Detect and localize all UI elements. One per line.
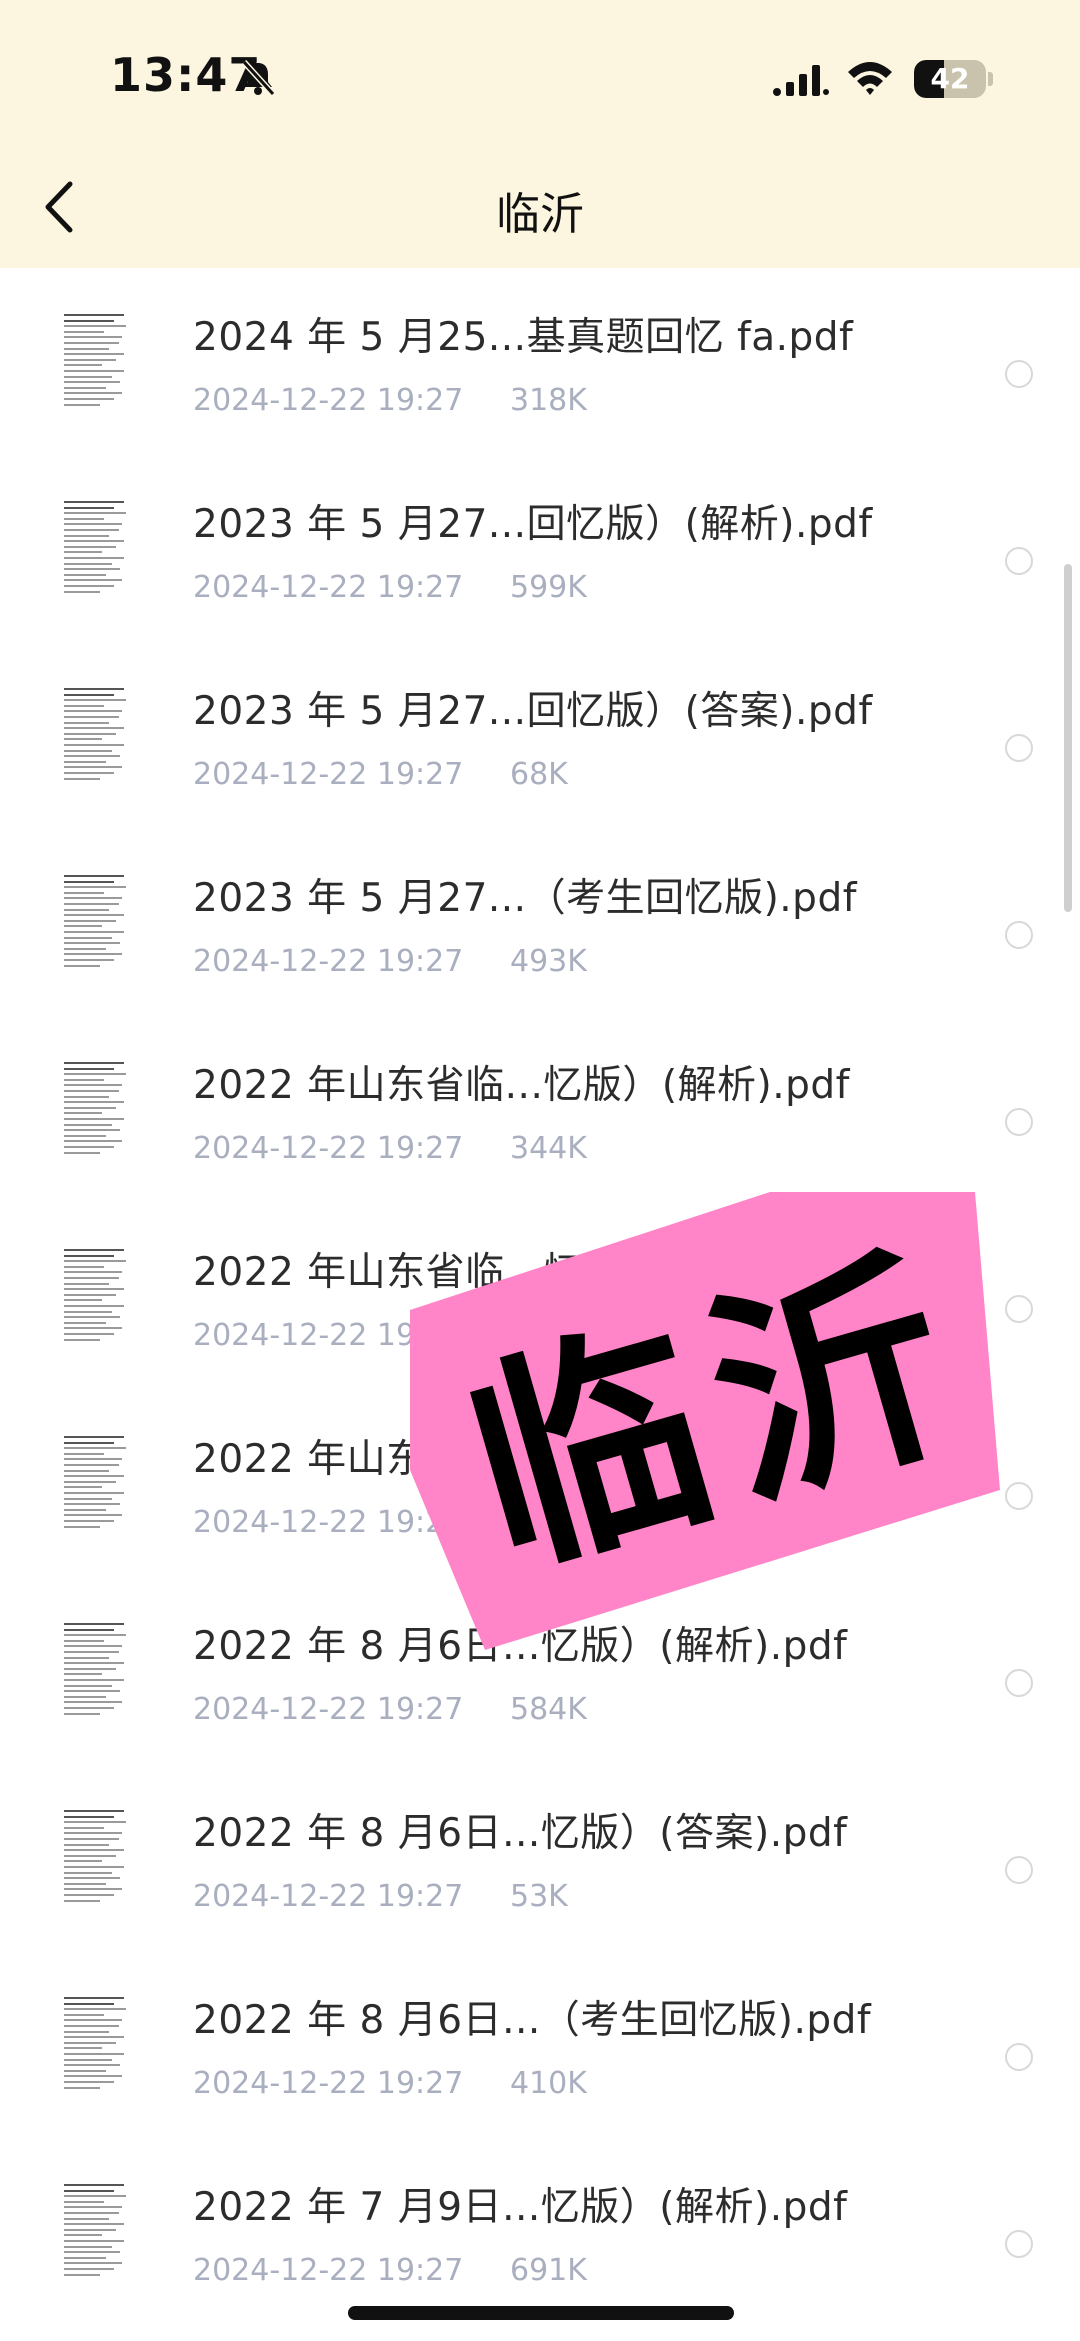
screen: 13:47 42 临沂 2024 年 5 月25...基真题回忆 fa.pdf … — [0, 0, 1080, 2341]
pdf-thumbnail — [60, 1243, 130, 1347]
battery-tip — [988, 72, 993, 86]
select-radio[interactable] — [1005, 2230, 1033, 2258]
file-date: 2024-12-22 19:27 — [193, 383, 464, 418]
bell-slash-icon — [241, 59, 276, 97]
pdf-thumbnail — [60, 1430, 130, 1534]
file-name: 2023 年 5 月27...回忆版）(解析).pdf — [193, 502, 873, 547]
pdf-thumbnail — [60, 1056, 130, 1160]
select-radio[interactable] — [1005, 547, 1033, 575]
file-item[interactable]: 2023 年 5 月27...回忆版）(解析).pdf 2024-12-22 19… — [0, 455, 1080, 642]
select-radio[interactable] — [1005, 1856, 1033, 1884]
file-item[interactable]: 2022 年 8 月6日...忆版）(答案).pdf 2024-12-22 19:… — [0, 1764, 1080, 1951]
sticker-overlay: 临沂 — [400, 1180, 1020, 1650]
pdf-thumbnail — [60, 2178, 130, 2282]
pdf-thumbnail — [60, 495, 130, 599]
pdf-thumbnail — [60, 869, 130, 973]
file-date: 2024-12-22 19:27 — [193, 1692, 464, 1727]
select-radio[interactable] — [1005, 1108, 1033, 1136]
battery-level: 42 — [930, 62, 970, 95]
file-date: 2024-12-22 19:27 — [193, 1131, 464, 1166]
file-size: 68K — [510, 757, 568, 792]
file-size: 344K — [510, 1131, 587, 1166]
home-indicator[interactable] — [348, 2306, 734, 2320]
file-item[interactable]: 2023 年 5 月27...回忆版）(答案).pdf 2024-12-22 19… — [0, 642, 1080, 829]
battery-indicator: 42 — [914, 60, 986, 98]
file-name: 2022 年 8 月6日...忆版）(答案).pdf — [193, 1811, 848, 1856]
header: 13:47 42 临沂 — [0, 0, 1080, 268]
scrollbar[interactable] — [1064, 564, 1072, 912]
select-radio[interactable] — [1005, 921, 1033, 949]
pdf-thumbnail — [60, 1804, 130, 1908]
file-size: 410K — [510, 2066, 587, 2101]
file-item[interactable]: 2022 年山东省临...忆版）(解析).pdf 2024-12-22 19:27… — [0, 1016, 1080, 1203]
select-radio[interactable] — [1005, 360, 1033, 388]
file-item[interactable]: 2022 年 8 月6日...（考生回忆版).pdf 2024-12-22 19:… — [0, 1951, 1080, 2138]
file-date: 2024-12-22 19:27 — [193, 570, 464, 605]
file-name: 2022 年山东省临...忆版）(解析).pdf — [193, 1063, 850, 1108]
pdf-thumbnail — [60, 308, 130, 412]
file-date: 2024-12-22 19:27 — [193, 2253, 464, 2288]
wifi-icon — [848, 62, 892, 95]
file-date: 2024-12-22 19:27 — [193, 2066, 464, 2101]
cellular-signal-icon — [773, 65, 829, 96]
file-item[interactable]: 2023 年 5 月27...（考生回忆版).pdf 2024-12-22 19:… — [0, 829, 1080, 1016]
file-size: 584K — [510, 1692, 587, 1727]
file-name: 2023 年 5 月27...回忆版）(答案).pdf — [193, 689, 873, 734]
file-name: 2023 年 5 月27...（考生回忆版).pdf — [193, 876, 857, 921]
page-title: 临沂 — [496, 189, 584, 240]
file-name: 2022 年 8 月6日...（考生回忆版).pdf — [193, 1998, 872, 2043]
file-item[interactable]: 2024 年 5 月25...基真题回忆 fa.pdf 2024-12-22 19… — [0, 268, 1080, 455]
pdf-thumbnail — [60, 682, 130, 786]
pdf-thumbnail — [60, 1991, 130, 2095]
file-date: 2024-12-22 19:27 — [193, 757, 464, 792]
pdf-thumbnail — [60, 1617, 130, 1721]
file-size: 53K — [510, 1879, 568, 1914]
file-item[interactable]: 2022 年 7 月9日...忆版）(解析).pdf 2024-12-22 19:… — [0, 2138, 1080, 2325]
select-radio[interactable] — [1005, 2043, 1033, 2071]
file-size: 691K — [510, 2253, 587, 2288]
file-name: 2024 年 5 月25...基真题回忆 fa.pdf — [193, 315, 854, 360]
file-size: 318K — [510, 383, 587, 418]
file-date: 2024-12-22 19:27 — [193, 1879, 464, 1914]
file-size: 599K — [510, 570, 587, 605]
select-radio[interactable] — [1005, 1669, 1033, 1697]
file-size: 493K — [510, 944, 587, 979]
file-name: 2022 年 7 月9日...忆版）(解析).pdf — [193, 2185, 848, 2230]
select-radio[interactable] — [1005, 734, 1033, 762]
file-date: 2024-12-22 19:27 — [193, 944, 464, 979]
